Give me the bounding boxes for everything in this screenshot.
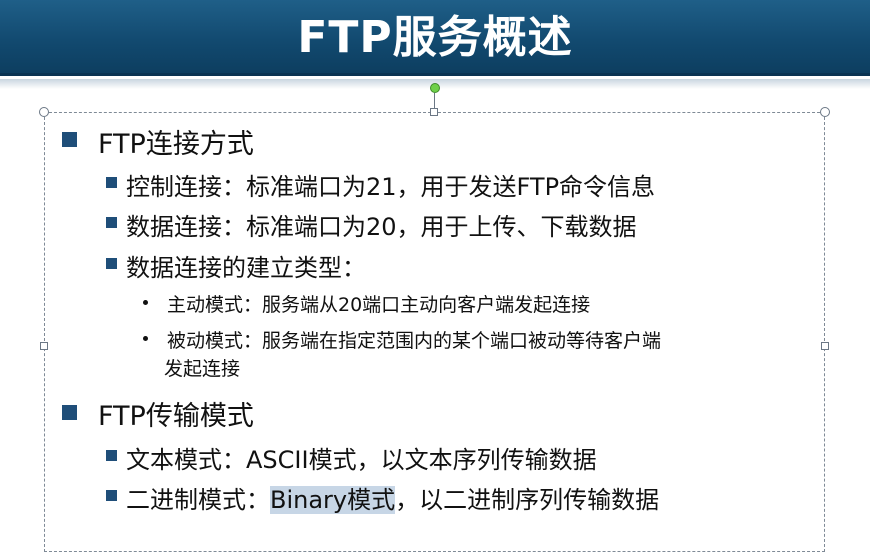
level2-bullet-icon <box>106 258 117 269</box>
text-mode-item: 文本模式：ASCII模式，以文本序列传输数据 <box>126 446 597 474</box>
resize-handle-top-left[interactable] <box>39 107 49 117</box>
rotate-connector <box>434 93 435 108</box>
binary-mode-suffix: ，以二进制序列传输数据 <box>395 486 660 514</box>
level3-bullet-icon <box>143 300 148 305</box>
slide-title: FTP服务概述 <box>297 12 573 63</box>
passive-mode-item: 被动模式：服务端在指定范围内的某个端口被动等待客户端 <box>167 330 662 352</box>
control-connection-item: 控制连接：标准端口为21，用于发送FTP命令信息 <box>126 173 656 201</box>
selected-text-highlight[interactable]: Binary模式 <box>270 486 396 514</box>
binary-mode-item: 二进制模式：Binary模式，以二进制序列传输数据 <box>126 480 659 515</box>
binary-mode-prefix: 二进制模式： <box>126 486 270 514</box>
level3-bullet-icon <box>143 336 148 341</box>
resize-handle-top[interactable] <box>430 108 438 116</box>
level1-bullet-icon <box>62 132 77 147</box>
level2-bullet-icon <box>106 177 117 188</box>
level2-bullet-icon <box>106 217 117 228</box>
level2-bullet-icon <box>106 490 117 501</box>
resize-handle-left[interactable] <box>40 342 48 350</box>
rotate-handle-icon[interactable] <box>430 83 440 93</box>
level1-bullet-icon <box>62 405 77 420</box>
resize-handle-right[interactable] <box>821 342 829 350</box>
resize-handle-top-right[interactable] <box>820 107 830 117</box>
passive-mode-item-continued: 发起连接 <box>164 358 241 380</box>
section-heading-transfer: FTP传输模式 <box>98 401 254 432</box>
level2-bullet-icon <box>106 450 117 461</box>
section-heading-connection: FTP连接方式 <box>98 129 254 160</box>
active-mode-item: 主动模式：服务端从20端口主动向客户端发起连接 <box>167 294 591 316</box>
data-connection-item: 数据连接：标准端口为20，用于上传、下载数据 <box>126 213 637 241</box>
connection-types-item: 数据连接的建立类型： <box>126 254 366 282</box>
